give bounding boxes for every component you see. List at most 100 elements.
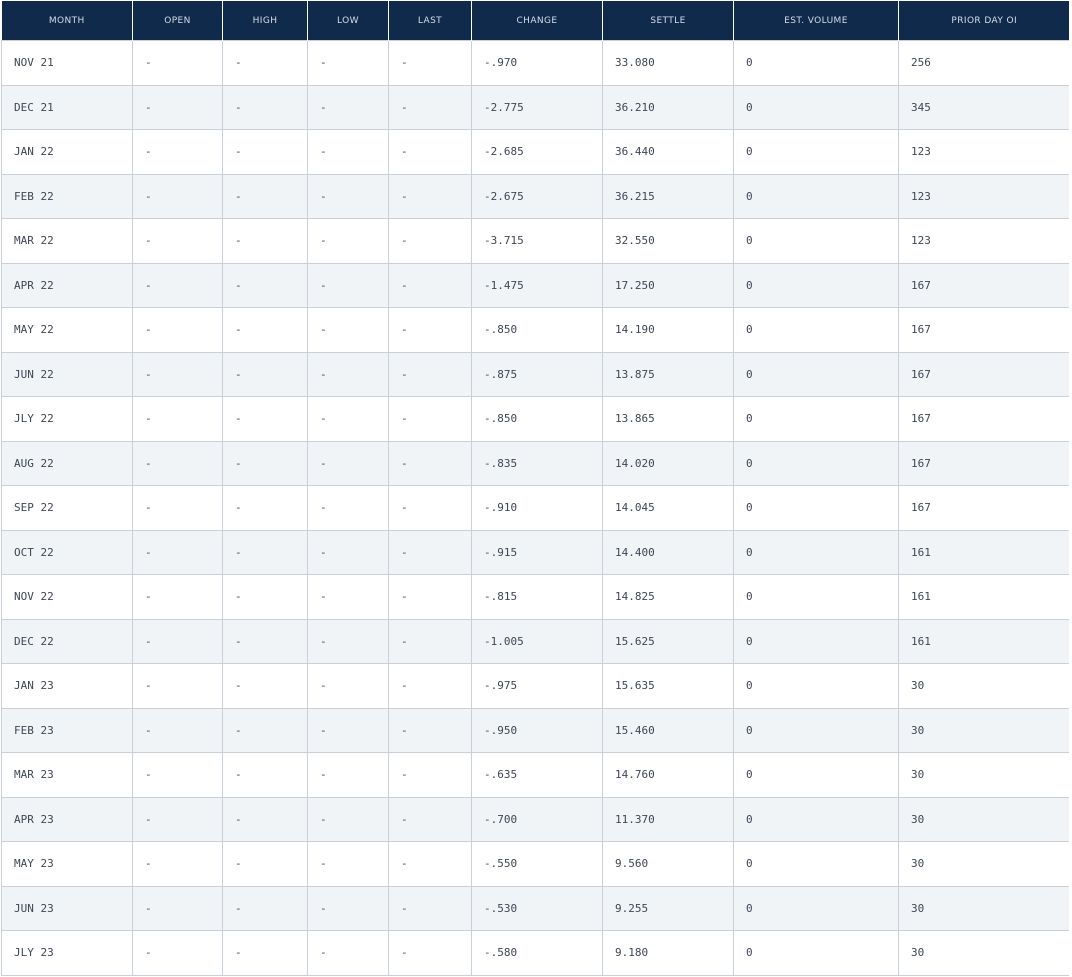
cell-est-volume: 0 bbox=[733, 885, 899, 931]
cell-est-volume: 0 bbox=[733, 796, 899, 842]
cell-open: - bbox=[132, 218, 223, 264]
cell-open: - bbox=[132, 40, 223, 86]
cell-change: -1.005 bbox=[471, 618, 603, 664]
cell-last: - bbox=[388, 351, 472, 397]
cell-month: APR 22 bbox=[1, 262, 133, 308]
cell-open: - bbox=[132, 84, 223, 130]
cell-last: - bbox=[388, 84, 472, 130]
cell-month: FEB 23 bbox=[1, 707, 133, 753]
cell-change: -.915 bbox=[471, 529, 603, 575]
cell-change: -.850 bbox=[471, 307, 603, 353]
cell-high: - bbox=[222, 440, 308, 486]
cell-month: JAN 23 bbox=[1, 663, 133, 709]
cell-prior-day-oi: 123 bbox=[898, 218, 1069, 264]
cell-settle: 13.875 bbox=[602, 351, 734, 397]
table-row: MAY 23- - - - -.550 9.560 0 30 bbox=[1, 841, 1069, 887]
table-row: DEC 21- - - - -2.775 36.210 0 345 bbox=[1, 84, 1069, 130]
cell-low: - bbox=[307, 529, 389, 575]
cell-month: MAY 22 bbox=[1, 307, 133, 353]
cell-open: - bbox=[132, 129, 223, 175]
cell-low: - bbox=[307, 262, 389, 308]
cell-est-volume: 0 bbox=[733, 173, 899, 219]
cell-est-volume: 0 bbox=[733, 752, 899, 798]
cell-month: DEC 22 bbox=[1, 618, 133, 664]
cell-prior-day-oi: 167 bbox=[898, 440, 1069, 486]
cell-change: -.700 bbox=[471, 796, 603, 842]
cell-est-volume: 0 bbox=[733, 440, 899, 486]
cell-month: JAN 22 bbox=[1, 129, 133, 175]
cell-settle: 32.550 bbox=[602, 218, 734, 264]
cell-prior-day-oi: 167 bbox=[898, 262, 1069, 308]
cell-month: DEC 21 bbox=[1, 84, 133, 130]
cell-open: - bbox=[132, 796, 223, 842]
cell-high: - bbox=[222, 930, 308, 976]
cell-high: - bbox=[222, 796, 308, 842]
cell-prior-day-oi: 30 bbox=[898, 796, 1069, 842]
cell-month: NOV 21 bbox=[1, 40, 133, 86]
cell-est-volume: 0 bbox=[733, 84, 899, 130]
cell-high: - bbox=[222, 618, 308, 664]
cell-last: - bbox=[388, 752, 472, 798]
cell-prior-day-oi: 161 bbox=[898, 618, 1069, 664]
cell-change: -.580 bbox=[471, 930, 603, 976]
column-header-change: CHANGE bbox=[471, 1, 603, 41]
cell-month: NOV 22 bbox=[1, 574, 133, 620]
table-row: MAR 23- - - - -.635 14.760 0 30 bbox=[1, 752, 1069, 798]
column-header-month: MONTH bbox=[1, 1, 133, 41]
cell-high: - bbox=[222, 752, 308, 798]
table-row: NOV 21- - - - -.970 33.080 0 256 bbox=[1, 40, 1069, 86]
cell-prior-day-oi: 30 bbox=[898, 885, 1069, 931]
cell-open: - bbox=[132, 885, 223, 931]
cell-low: - bbox=[307, 307, 389, 353]
cell-month: JUN 23 bbox=[1, 885, 133, 931]
cell-month: MAR 23 bbox=[1, 752, 133, 798]
column-header-open: OPEN bbox=[132, 1, 223, 41]
cell-prior-day-oi: 30 bbox=[898, 930, 1069, 976]
cell-high: - bbox=[222, 707, 308, 753]
cell-low: - bbox=[307, 351, 389, 397]
cell-month: JLY 22 bbox=[1, 396, 133, 442]
cell-change: -.635 bbox=[471, 752, 603, 798]
cell-open: - bbox=[132, 529, 223, 575]
cell-open: - bbox=[132, 930, 223, 976]
table-row: JAN 23- - - - -.975 15.635 0 30 bbox=[1, 663, 1069, 709]
table-row: APR 22- - - - -1.475 17.250 0 167 bbox=[1, 262, 1069, 308]
cell-month: FEB 22 bbox=[1, 173, 133, 219]
cell-open: - bbox=[132, 574, 223, 620]
cell-low: - bbox=[307, 574, 389, 620]
cell-change: -1.475 bbox=[471, 262, 603, 308]
cell-month: OCT 22 bbox=[1, 529, 133, 575]
cell-last: - bbox=[388, 40, 472, 86]
column-header-high: HIGH bbox=[222, 1, 308, 41]
cell-open: - bbox=[132, 618, 223, 664]
table-row: OCT 22- - - - -.915 14.400 0 161 bbox=[1, 529, 1069, 575]
table-row: MAY 22- - - - -.850 14.190 0 167 bbox=[1, 307, 1069, 353]
table-row: NOV 22- - - - -.815 14.825 0 161 bbox=[1, 574, 1069, 620]
cell-prior-day-oi: 161 bbox=[898, 574, 1069, 620]
cell-low: - bbox=[307, 618, 389, 664]
cell-change: -.815 bbox=[471, 574, 603, 620]
cell-last: - bbox=[388, 173, 472, 219]
cell-est-volume: 0 bbox=[733, 307, 899, 353]
cell-settle: 14.045 bbox=[602, 485, 734, 531]
cell-settle: 14.400 bbox=[602, 529, 734, 575]
table-row: JUN 23- - - - -.530 9.255 0 30 bbox=[1, 885, 1069, 931]
cell-low: - bbox=[307, 663, 389, 709]
table-row: JLY 22- - - - -.850 13.865 0 167 bbox=[1, 396, 1069, 442]
column-header-est-volume: EST. VOLUME bbox=[733, 1, 899, 41]
cell-prior-day-oi: 30 bbox=[898, 663, 1069, 709]
cell-settle: 36.215 bbox=[602, 173, 734, 219]
cell-high: - bbox=[222, 307, 308, 353]
cell-last: - bbox=[388, 885, 472, 931]
cell-prior-day-oi: 256 bbox=[898, 40, 1069, 86]
cell-open: - bbox=[132, 396, 223, 442]
cell-settle: 15.460 bbox=[602, 707, 734, 753]
cell-last: - bbox=[388, 218, 472, 264]
cell-settle: 13.865 bbox=[602, 396, 734, 442]
table-row: APR 23- - - - -.700 11.370 0 30 bbox=[1, 796, 1069, 842]
cell-open: - bbox=[132, 173, 223, 219]
cell-est-volume: 0 bbox=[733, 40, 899, 86]
cell-last: - bbox=[388, 440, 472, 486]
column-header-prior-day-oi: PRIOR DAY OI bbox=[898, 1, 1069, 41]
cell-prior-day-oi: 167 bbox=[898, 396, 1069, 442]
